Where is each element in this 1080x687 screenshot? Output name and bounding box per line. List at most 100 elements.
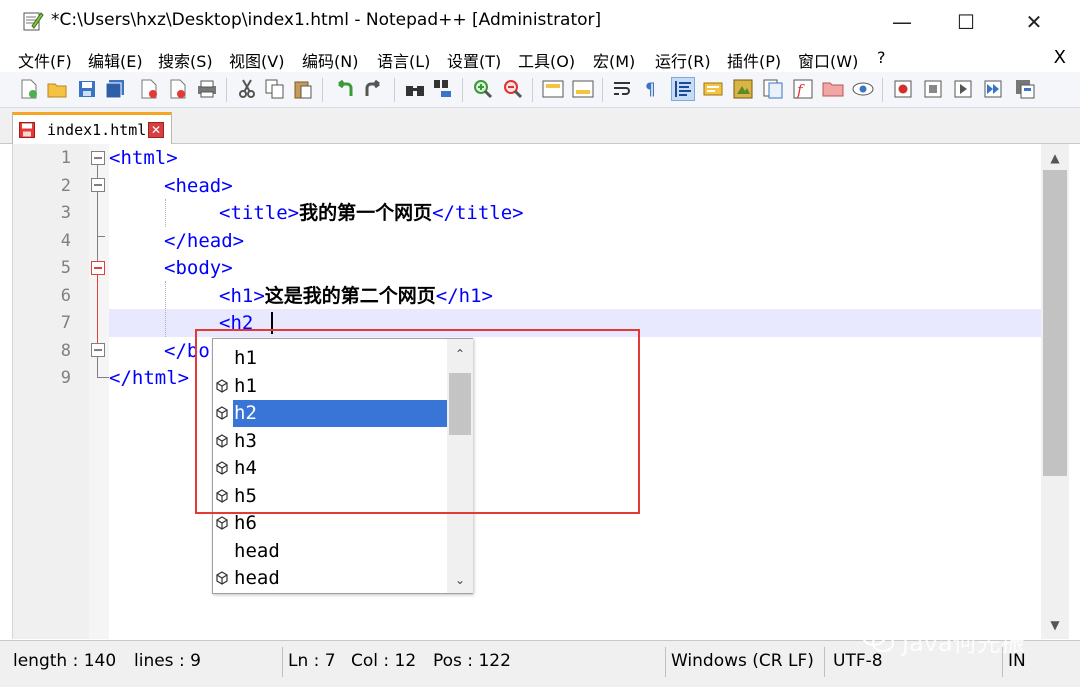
menu-edit[interactable]: 编辑(E) <box>88 48 143 72</box>
keyword-cube-icon <box>216 516 228 530</box>
print-icon[interactable] <box>196 78 218 100</box>
undo-icon[interactable] <box>334 78 356 100</box>
menu-macro[interactable]: 宏(M) <box>593 48 635 72</box>
menu-view[interactable]: 视图(V) <box>229 48 284 72</box>
menu-encoding[interactable]: 编码(N) <box>302 48 358 72</box>
fold-toggle-end[interactable] <box>91 343 105 357</box>
save-icon[interactable] <box>76 78 98 100</box>
minimize-button[interactable]: — <box>872 0 932 44</box>
find-icon[interactable] <box>404 78 426 100</box>
save-macro-icon[interactable] <box>1014 78 1036 100</box>
heading-text: 这是我的第二个网页 <box>264 284 436 307</box>
redo-icon[interactable] <box>362 78 384 100</box>
new-file-icon[interactable] <box>18 78 40 100</box>
menu-help[interactable]: ? <box>877 48 886 67</box>
status-divider <box>665 647 666 677</box>
menu-run[interactable]: 运行(R) <box>655 48 711 72</box>
html-tag: <head> <box>164 174 233 197</box>
scroll-up-icon[interactable]: ⌃ <box>447 343 473 365</box>
keyword-cube-icon <box>216 461 228 475</box>
text-caret <box>271 312 273 334</box>
autocomplete-item[interactable]: h1 <box>213 373 447 401</box>
menu-tools[interactable]: 工具(O) <box>518 48 575 72</box>
indent-guide <box>165 199 166 227</box>
zoom-out-icon[interactable] <box>502 78 524 100</box>
scroll-down-icon[interactable]: ⌄ <box>447 569 473 591</box>
tab-label: index1.html <box>47 121 147 139</box>
cut-icon[interactable] <box>236 78 258 100</box>
autocomplete-item[interactable]: h4 <box>213 455 447 483</box>
keyword-cube-icon <box>216 433 228 448</box>
autocomplete-item[interactable]: h5 <box>213 483 447 511</box>
paste-icon[interactable] <box>292 78 314 100</box>
code-line-1: <html> <box>109 144 178 172</box>
user-defined-language-icon[interactable] <box>702 78 724 100</box>
line-number: 5 <box>60 258 71 278</box>
menu-search[interactable]: 搜索(S) <box>158 48 213 72</box>
close-all-icon[interactable] <box>166 78 188 100</box>
autocomplete-item[interactable]: head <box>213 565 447 593</box>
autocomplete-item[interactable]: h1 <box>213 345 447 373</box>
replace-icon[interactable] <box>432 78 454 100</box>
autocomplete-item[interactable]: h3 <box>213 428 447 456</box>
scrollbar-thumb[interactable] <box>449 373 471 435</box>
menu-plugins[interactable]: 插件(P) <box>727 48 781 72</box>
scrollbar-thumb[interactable] <box>1043 170 1067 476</box>
html-tag: </title> <box>432 202 524 224</box>
fold-toggle-html[interactable] <box>91 151 105 165</box>
line-number: 9 <box>60 368 71 388</box>
title-text: 我的第一个网页 <box>299 202 433 224</box>
autocomplete-popup[interactable]: h1 h1 h2 h3 h4 h5 h6 head head ⌃ ⌄ <box>212 338 473 594</box>
autocomplete-item[interactable]: head <box>213 538 447 566</box>
open-file-icon[interactable] <box>46 78 68 100</box>
menu-window[interactable]: 窗口(W) <box>798 48 858 72</box>
status-lines: lines : 9 <box>134 651 201 671</box>
sync-vertical-icon[interactable] <box>542 78 564 100</box>
fold-line <box>97 236 105 237</box>
sync-horizontal-icon[interactable] <box>572 78 594 100</box>
tab-close-icon[interactable]: ✕ <box>148 122 164 138</box>
menu-settings[interactable]: 设置(T) <box>447 48 501 72</box>
indent-guide-icon[interactable] <box>671 77 695 101</box>
code-editor[interactable]: 1 2 3 4 5 6 7 8 9 <html> <head> <title>我… <box>12 144 1069 639</box>
fold-toggle-body[interactable] <box>91 261 105 275</box>
function-list-icon[interactable] <box>762 78 784 100</box>
fold-toggle-head[interactable] <box>91 178 105 192</box>
keyword-cube-icon <box>216 378 228 393</box>
playback-macro-icon[interactable] <box>952 78 974 100</box>
line-number: 2 <box>60 175 71 196</box>
title-bar: *C:\Users\hxz\Desktop\index1.html - Note… <box>0 0 1080 44</box>
word-wrap-icon[interactable] <box>612 78 634 100</box>
autocomplete-item[interactable]: h6 <box>213 510 447 538</box>
scroll-up-icon[interactable]: ▲ <box>1041 146 1069 170</box>
close-button[interactable]: ✕ <box>1004 0 1064 44</box>
autocomplete-scrollbar[interactable]: ⌃ ⌄ <box>447 339 473 593</box>
notepad-plus-plus-icon <box>23 12 44 31</box>
function-icon[interactable]: f <box>792 78 814 100</box>
html-tag: </html> <box>109 367 190 389</box>
tab-index1-html[interactable]: index1.html ✕ <box>12 112 172 145</box>
vertical-scrollbar[interactable]: ▲ ▼ <box>1041 144 1069 639</box>
menu-close-document-button[interactable]: X <box>1054 47 1066 68</box>
maximize-button[interactable]: ☐ <box>936 0 996 44</box>
html-tag: <h1> <box>219 284 265 307</box>
show-all-characters-icon[interactable]: ¶ <box>640 78 662 100</box>
zoom-in-icon[interactable] <box>472 78 494 100</box>
record-macro-icon[interactable] <box>892 78 914 100</box>
menu-file[interactable]: 文件(F) <box>18 48 72 72</box>
document-map-icon[interactable] <box>732 78 754 100</box>
autocomplete-item-selected[interactable]: h2 <box>213 400 448 428</box>
status-column: Col : 12 <box>351 651 417 671</box>
run-macro-multiple-icon[interactable] <box>982 78 1004 100</box>
scroll-down-icon[interactable]: ▼ <box>1041 613 1069 637</box>
folder-as-workspace-icon[interactable] <box>822 78 844 100</box>
status-position: Pos : 122 <box>433 651 511 671</box>
menu-language[interactable]: 语言(L) <box>377 48 430 72</box>
monitoring-eye-icon[interactable] <box>852 78 874 100</box>
stop-recording-icon[interactable] <box>922 78 944 100</box>
close-file-icon[interactable] <box>138 78 160 100</box>
save-all-icon[interactable] <box>104 78 126 100</box>
copy-icon[interactable] <box>264 78 286 100</box>
unsaved-file-icon <box>19 122 35 138</box>
autocomplete-item-label: h6 <box>234 512 257 534</box>
